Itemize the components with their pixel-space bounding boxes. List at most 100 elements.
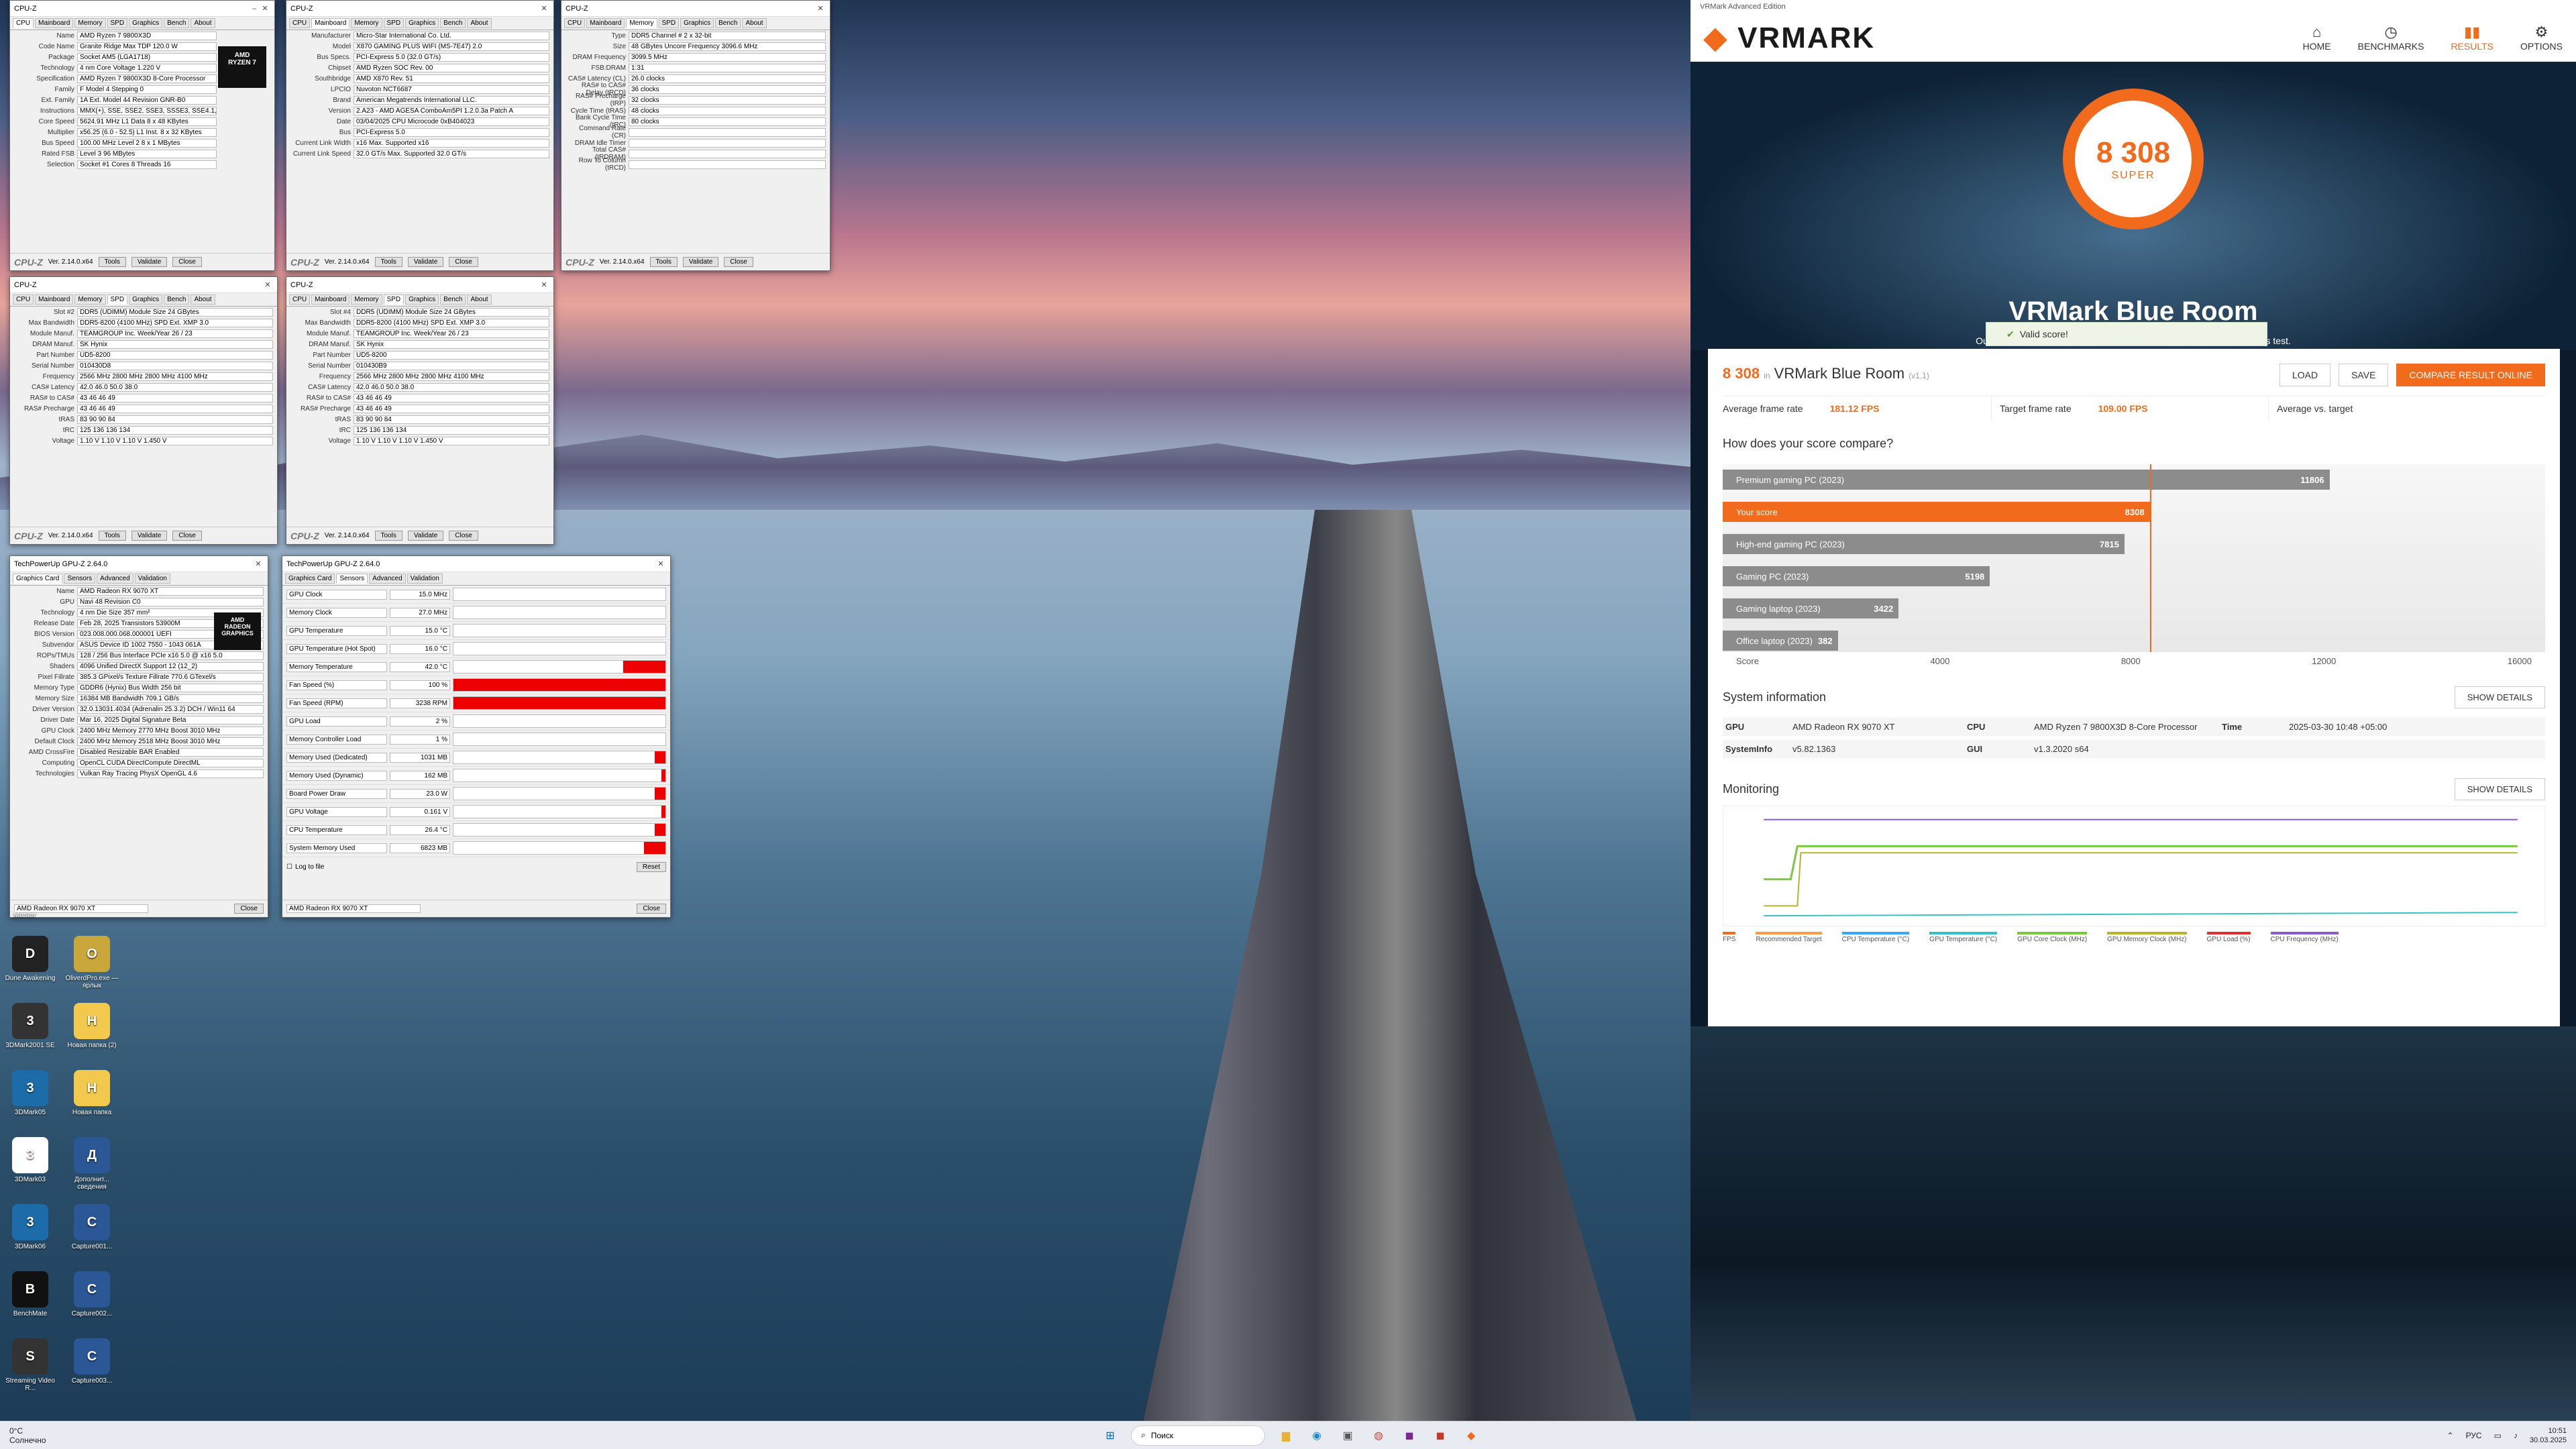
start-icon[interactable]: ⊞ [1100, 1426, 1120, 1446]
validate-button[interactable]: Validate [407, 531, 444, 541]
sensor-name[interactable]: Memory Temperature [286, 661, 387, 672]
cpuz-cpu-window[interactable]: CPU-Z – ✕ CPU Mainboard Memory SPD Graphics Ben… [9, 0, 275, 271]
close-button[interactable]: Close [637, 904, 666, 914]
tab-mainboard[interactable]: Mainboard [35, 294, 74, 305]
tools-button[interactable]: Tools [374, 531, 402, 541]
tab-graphics[interactable]: Graphics [405, 18, 439, 28]
reset-button[interactable]: Reset [636, 861, 666, 872]
tab-cpu[interactable]: CPU [289, 18, 311, 28]
tab-mainboard[interactable]: Mainboard [586, 18, 625, 28]
tab-about[interactable]: About [467, 18, 492, 28]
desktop-icon[interactable]: Д Дополнит... сведения [62, 1137, 122, 1191]
search-box[interactable]: ⌕ Поиск [1131, 1425, 1265, 1446]
nav-options[interactable]: ⚙ OPTIONS [2520, 23, 2563, 52]
tab-sensors[interactable]: Sensors [64, 574, 96, 584]
compare-online-button[interactable]: COMPARE RESULT ONLINE [2396, 364, 2545, 386]
show-details-button-2[interactable]: SHOW DETAILS [2454, 778, 2545, 800]
tab-spd[interactable]: SPD [383, 18, 405, 28]
tab-validation[interactable]: Validation [134, 574, 170, 584]
close-icon[interactable]: ✕ [655, 559, 666, 568]
tab-bar[interactable]: CPU Mainboard Memory SPD Graphics Bench About [286, 17, 553, 30]
sensor-name[interactable]: Memory Clock [286, 607, 387, 618]
sensor-name[interactable]: Memory Used (Dedicated) [286, 752, 387, 763]
language-indicator[interactable]: РУС [2466, 1431, 2482, 1440]
load-button[interactable]: LOAD [2279, 364, 2331, 386]
desktop-icon[interactable]: C Capture001... [62, 1204, 122, 1250]
tab-spd[interactable]: SPD [383, 294, 405, 305]
edge-icon[interactable]: ◉ [1307, 1426, 1327, 1446]
sensor-name[interactable]: Memory Controller Load [286, 734, 387, 745]
show-details-button[interactable]: SHOW DETAILS [2454, 686, 2545, 708]
tab-memory[interactable]: Memory [74, 18, 106, 28]
main-nav[interactable]: ⌂ HOME ◷ BENCHMARKS ▮▮ RESULTS ⚙ OPTIONS [2303, 23, 2563, 52]
weather-widget[interactable]: 0°C Солнечно [9, 1426, 46, 1445]
close-button[interactable]: Close [172, 257, 202, 267]
tab-mainboard[interactable]: Mainboard [311, 18, 350, 28]
tab-about[interactable]: About [742, 18, 767, 28]
tab-graphics[interactable]: Graphics [405, 294, 439, 305]
validate-button[interactable]: Validate [407, 257, 444, 267]
file-explorer-icon[interactable]: ▆ [1276, 1426, 1296, 1446]
save-button[interactable]: SAVE [2339, 364, 2389, 386]
cpuz-spd-window-2[interactable]: CPU-Z ✕ CPU Mainboard Memory SPD Graphics Benc… [286, 276, 554, 545]
tab-graphics[interactable]: Graphics [680, 18, 714, 28]
close-button[interactable]: Close [724, 257, 753, 267]
tab-validation[interactable]: Validation [407, 574, 443, 584]
tab-spd[interactable]: SPD [658, 18, 680, 28]
desktop-icon[interactable]: 3 3DMark03 [0, 1137, 60, 1183]
close-icon[interactable]: ✕ [539, 4, 549, 13]
tab-mainboard[interactable]: Mainboard [311, 294, 350, 305]
tab-spd[interactable]: SPD [107, 18, 128, 28]
tab-memory[interactable]: Memory [74, 294, 106, 305]
cpuz-spd-window-1[interactable]: CPU-Z ✕ CPU Mainboard Memory SPD Graphics Benc… [9, 276, 278, 545]
tab-bar[interactable]: Graphics Card Sensors Advanced Validation [282, 572, 670, 586]
validate-button[interactable]: Validate [131, 531, 168, 541]
cpuz-mainboard-window[interactable]: CPU-Z ✕ CPU Mainboard Memory SPD Graphics Benc… [286, 0, 554, 271]
nav-results[interactable]: ▮▮ RESULTS [2451, 23, 2493, 52]
minimize-icon[interactable]: – [249, 5, 260, 13]
desktop-icon[interactable]: Н Новая папка (2) [62, 1003, 122, 1049]
gpuz-sensors-window[interactable]: TechPowerUp GPU-Z 2.64.0 ✕ Graphics Card S… [282, 555, 671, 918]
desktop-icon[interactable]: 3 3DMark2001 SE [0, 1003, 60, 1049]
tab-bar[interactable]: CPU Mainboard Memory SPD Graphics Bench About [561, 17, 830, 30]
tab-bar[interactable]: CPU Mainboard Memory SPD Graphics Bench About [10, 293, 277, 307]
validate-button[interactable]: Validate [682, 257, 719, 267]
sensor-name[interactable]: GPU Voltage [286, 806, 387, 817]
tools-button[interactable]: Tools [98, 531, 126, 541]
close-icon[interactable]: ✕ [262, 280, 273, 289]
chrome-icon[interactable]: ◍ [1368, 1426, 1389, 1446]
tab-bench[interactable]: Bench [715, 18, 741, 28]
desktop-icon[interactable]: B BenchMate [0, 1271, 60, 1318]
sensor-name[interactable]: Board Power Draw [286, 788, 387, 799]
sensor-name[interactable]: GPU Load [286, 716, 387, 727]
tab-sensors[interactable]: Sensors [336, 574, 368, 584]
desktop-icon[interactable]: S Streaming Video R... [0, 1338, 60, 1392]
tab-cpu[interactable]: CPU [13, 18, 34, 28]
close-icon[interactable]: ✕ [539, 280, 549, 289]
sensor-name[interactable]: GPU Temperature (Hot Spot) [286, 643, 387, 654]
close-icon[interactable]: ✕ [260, 4, 270, 13]
tab-about[interactable]: About [191, 18, 215, 28]
sensor-name[interactable]: GPU Temperature [286, 625, 387, 636]
tab-bar[interactable]: CPU Mainboard Memory SPD Graphics Bench About [286, 293, 553, 307]
sensor-name[interactable]: Fan Speed (RPM) [286, 698, 387, 708]
sensor-name[interactable]: GPU Clock [286, 589, 387, 600]
tools-button[interactable]: Tools [374, 257, 402, 267]
tab-advanced[interactable]: Advanced [369, 574, 406, 584]
log-checkbox[interactable]: ☐ [286, 863, 292, 871]
tab-bar[interactable]: Graphics Card Sensors Advanced Validation [10, 572, 268, 586]
close-button[interactable]: Close [449, 531, 478, 541]
cpuz-memory-window[interactable]: CPU-Z ✕ CPU Mainboard Memory SPD Graphics Benc… [561, 0, 830, 271]
validate-button[interactable]: Validate [131, 257, 168, 267]
desktop-icon[interactable]: O OliverdPro.exe — ярлык [62, 936, 122, 989]
nav-home[interactable]: ⌂ HOME [2303, 23, 2331, 52]
gpuz-card-window[interactable]: TechPowerUp GPU-Z 2.64.0 ✕ Graphics Card S… [9, 555, 268, 918]
tab-memory[interactable]: Memory [626, 18, 657, 28]
desktop-icon[interactable]: 3 3DMark06 [0, 1204, 60, 1250]
tab-cpu[interactable]: CPU [289, 294, 311, 305]
clock[interactable]: 10:51 30.03.2025 [2530, 1426, 2567, 1445]
gpuz-taskbar-icon[interactable]: ◼ [1430, 1426, 1450, 1446]
sensor-name[interactable]: Memory Used (Dynamic) [286, 770, 387, 781]
tools-button[interactable]: Tools [649, 257, 678, 267]
desktop-icon[interactable]: C Capture002... [62, 1271, 122, 1318]
